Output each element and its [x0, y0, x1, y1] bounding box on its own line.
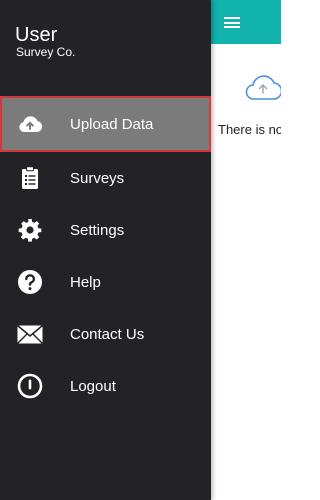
user-name: User [15, 24, 58, 46]
menu-label: Settings [70, 221, 125, 239]
menu-label: Contact Us [70, 325, 145, 343]
menu-label: Help [70, 273, 101, 291]
menu-item-help[interactable]: Help [0, 256, 211, 308]
hamburger-icon[interactable] [224, 17, 240, 28]
app-bar [211, 0, 281, 44]
mail-icon [17, 321, 43, 347]
cloud-upload-icon [17, 111, 43, 137]
help-circle-icon [17, 269, 43, 295]
drawer-header: User Survey Co. [0, 0, 211, 95]
menu-item-contact-us[interactable]: Contact Us [0, 308, 211, 360]
menu-item-settings[interactable]: Settings [0, 204, 211, 256]
drawer-menu: Upload Data Surveys Settings Help Contac… [0, 96, 211, 412]
menu-item-upload-data[interactable]: Upload Data [0, 96, 211, 152]
navigation-drawer: User Survey Co. Upload Data Surveys Sett… [0, 0, 211, 500]
power-icon [17, 373, 43, 399]
app-screen: There is no User Survey Co. Upload Data [0, 0, 281, 500]
menu-item-surveys[interactable]: Surveys [0, 152, 211, 204]
company-name: Survey Co. [16, 45, 76, 59]
cloud-upload-outline-icon [245, 75, 281, 100]
clipboard-list-icon [17, 165, 43, 191]
menu-label: Logout [70, 377, 116, 395]
main-content: There is no [211, 44, 281, 500]
gear-icon [17, 217, 43, 243]
menu-label: Surveys [70, 169, 125, 187]
menu-label: Upload Data [70, 115, 154, 133]
menu-item-logout[interactable]: Logout [0, 360, 211, 412]
empty-message: There is no [218, 122, 281, 137]
